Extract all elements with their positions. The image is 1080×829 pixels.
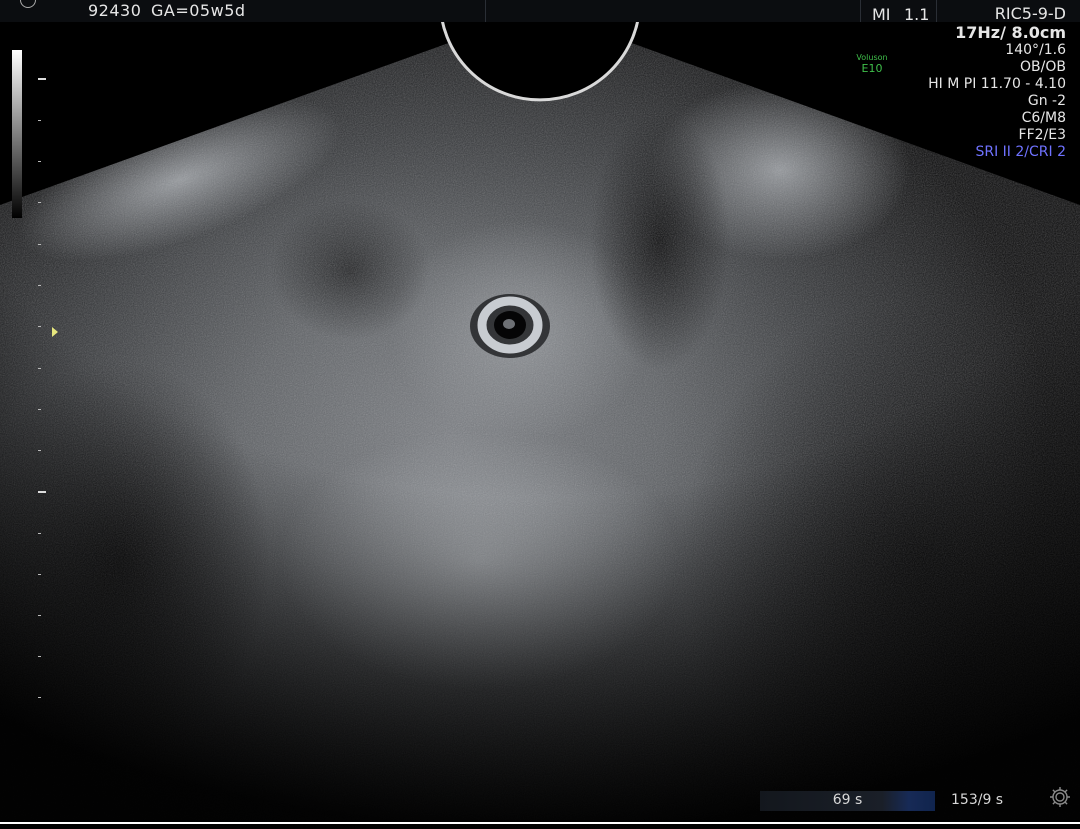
frame-rate-depth: 17Hz/ 8.0cm	[955, 23, 1066, 42]
depth-tick	[38, 491, 46, 493]
depth-tick	[38, 450, 41, 451]
patient-id: 92430	[88, 1, 142, 20]
brand-logo: Voluson E10	[852, 52, 892, 74]
header-divider	[485, 0, 486, 22]
harmonic-setting: HI M PI 11.70 - 4.10	[928, 76, 1066, 92]
cine-time: 69 s	[832, 792, 863, 808]
depth-tick	[38, 409, 41, 410]
depth-tick	[38, 202, 41, 203]
parameter-panel: RIC5-9-D 17Hz/ 8.0cm 140°/1.6 OB/OB HI M…	[928, 4, 1066, 161]
gear-icon[interactable]	[1049, 786, 1071, 808]
gain-setting: Gn -2	[1027, 93, 1066, 109]
depth-tick	[38, 161, 41, 162]
depth-tick	[38, 368, 41, 369]
probe-name: RIC5-9-D	[994, 4, 1066, 23]
bottom-border	[0, 822, 1080, 824]
depth-tick	[38, 615, 41, 616]
depth-tick	[38, 574, 41, 575]
depth-tick	[38, 285, 41, 286]
filter-setting: FF2/E3	[1018, 127, 1066, 143]
mi-value: 1.1	[904, 5, 930, 24]
header-divider	[860, 0, 861, 22]
grayscale-bar	[12, 50, 22, 218]
map-setting: C6/M8	[1021, 110, 1066, 126]
gestational-age: GA=05w5d	[151, 1, 246, 20]
depth-tick	[38, 656, 41, 657]
depth-tick	[38, 533, 41, 534]
ultrasound-image[interactable]	[0, 0, 1080, 829]
logo-icon	[20, 0, 36, 8]
depth-tick	[38, 326, 41, 327]
brand-model: E10	[861, 62, 883, 75]
depth-tick	[38, 244, 41, 245]
sri-setting: SRI II 2/CRI 2	[975, 144, 1066, 160]
frame-counter: 153/9 s	[951, 792, 1004, 808]
sector-angle: 140°/1.6	[1005, 42, 1066, 58]
preset: OB/OB	[1020, 59, 1066, 75]
depth-tick	[38, 78, 46, 80]
mi-label: MI	[872, 5, 891, 24]
focus-marker-icon[interactable]	[52, 327, 58, 337]
depth-tick	[38, 697, 41, 698]
depth-tick	[38, 120, 41, 121]
